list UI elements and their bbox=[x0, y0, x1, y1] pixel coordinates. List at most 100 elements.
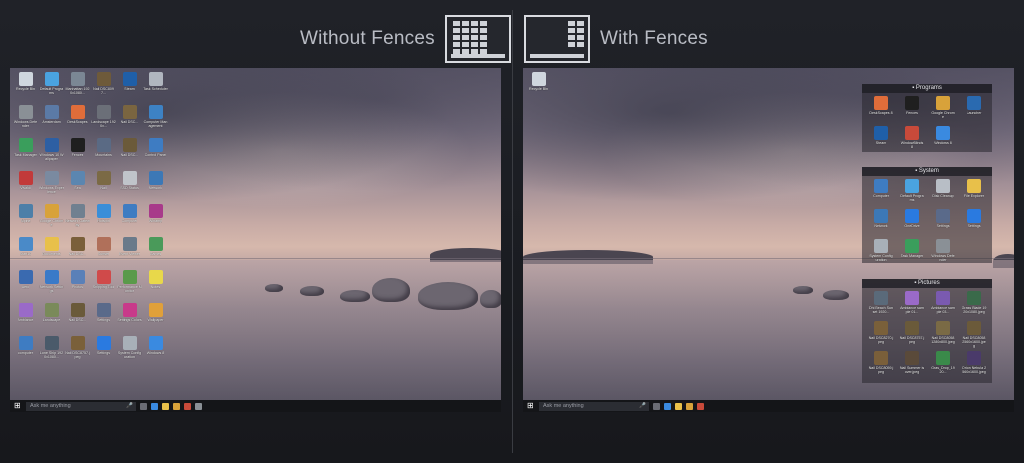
chrome-icon[interactable] bbox=[686, 402, 693, 410]
file-explorer-icon[interactable] bbox=[162, 402, 169, 410]
desktop-icon[interactable]: Performance Monitor bbox=[117, 269, 142, 301]
desktop-icon[interactable]: Ambiance sample 03... bbox=[928, 290, 958, 320]
windows-start-icon[interactable]: ⊞ bbox=[14, 402, 22, 410]
desktop-icon[interactable]: Google Chrome bbox=[39, 203, 64, 235]
desktop-icon[interactable]: Recycle Bin bbox=[13, 71, 38, 103]
fence-header[interactable]: ▪ Pictures bbox=[862, 279, 992, 288]
desktop-icon[interactable]: Disk Cleanup bbox=[928, 178, 958, 208]
desktop-icon[interactable]: Nail DSC8058 1280x800.jpeg bbox=[928, 320, 958, 350]
desktop-icon[interactable]: Notes bbox=[143, 269, 168, 301]
desktop-icon[interactable]: Landscape bbox=[39, 302, 64, 334]
desktop-icon[interactable]: Mountains bbox=[91, 137, 116, 169]
desktop-icon[interactable]: computer bbox=[13, 335, 38, 367]
desktop-icon[interactable]: Computer Management bbox=[143, 104, 168, 136]
desktop-icon[interactable]: Settings bbox=[91, 302, 116, 334]
desktop-icon[interactable]: Windows Defender bbox=[13, 104, 38, 136]
desktop-icon[interactable]: Settings bbox=[928, 208, 958, 238]
desktop-icon[interactable]: Sea bbox=[65, 170, 90, 202]
desktop-icon[interactable]: Lone Ship 1920x1080... bbox=[39, 335, 64, 367]
task-view-icon[interactable] bbox=[140, 402, 147, 410]
desktop-icon[interactable]: System Configuration bbox=[866, 238, 896, 268]
desktop-icon[interactable]: SSD Status bbox=[117, 170, 142, 202]
desktop-icon[interactable]: Sunset bbox=[91, 236, 116, 268]
desktop-icon[interactable]: OneDrive bbox=[897, 208, 927, 238]
desktop-icon[interactable]: Windows 8 bbox=[928, 125, 958, 155]
desktop-icon[interactable]: DeskScapes bbox=[65, 104, 90, 136]
desktop-icon[interactable]: Settings bbox=[959, 208, 989, 238]
desktop-icon[interactable]: DeskScapes 8 bbox=[866, 95, 896, 125]
desktop-icon[interactable]: System Configuration bbox=[117, 335, 142, 367]
desktop-icon[interactable]: Alpine bbox=[13, 203, 38, 235]
desktop-icon[interactable]: Nail DSC8757.jpeg bbox=[65, 335, 90, 367]
desktop-icon[interactable]: Orion Nebula 2560x1600.jpeg bbox=[959, 350, 989, 380]
microphone-icon[interactable]: 🎤 bbox=[639, 402, 646, 411]
desktop-icon[interactable]: Gras_Drop_1920... bbox=[928, 350, 958, 380]
firefox-icon[interactable] bbox=[184, 402, 191, 410]
desktop-icon[interactable]: Nail DSC... bbox=[117, 104, 142, 136]
settings-icon[interactable] bbox=[195, 402, 202, 410]
desktop-icon[interactable]: Fences bbox=[65, 137, 90, 169]
desktop-icon[interactable]: Start10 bbox=[13, 236, 38, 268]
edge-icon[interactable] bbox=[151, 402, 158, 410]
desktop-icon[interactable]: Games bbox=[143, 236, 168, 268]
desktop-icon[interactable]: Steam bbox=[117, 71, 142, 103]
desktop-icon[interactable]: Ambiance bbox=[13, 302, 38, 334]
chrome-icon[interactable] bbox=[173, 402, 180, 410]
desktop-icon[interactable]: Hotspot bbox=[91, 203, 116, 235]
desktop-icon[interactable]: Launcher bbox=[959, 95, 989, 125]
desktop-icon[interactable]: Nail DSC... bbox=[117, 137, 142, 169]
desktop-icon[interactable]: Settings Colors bbox=[117, 302, 142, 334]
desktop-icon[interactable]: Windows Experience bbox=[39, 170, 64, 202]
desktop-icon[interactable]: Dhi Beach Sunset 1920... bbox=[866, 290, 896, 320]
recycle-bin-icon[interactable]: Recycle Bin bbox=[526, 71, 551, 103]
desktop-icon[interactable]: Nail DSC8059.jpeg bbox=[866, 350, 896, 380]
desktop-icon[interactable]: WindowBlinds 8 bbox=[897, 125, 927, 155]
desktop-icon[interactable]: Nail DSC8058 2560x1600.jpeg bbox=[959, 320, 989, 350]
fence-system[interactable]: ▪ System Computer Default Programs Disk Cl… bbox=[862, 167, 992, 263]
desktop-icon[interactable]: Task Scheduler bbox=[143, 71, 168, 103]
desktop-icon[interactable]: Default Programs bbox=[897, 178, 927, 208]
desktop-icon[interactable]: Manhattan 1920x1080... bbox=[65, 71, 90, 103]
desktop-icon[interactable]: Amsterdam bbox=[39, 104, 64, 136]
desktop-icon[interactable]: Fences bbox=[897, 95, 927, 125]
firefox-icon[interactable] bbox=[697, 402, 704, 410]
desktop-icon[interactable]: Google Chrome bbox=[928, 95, 958, 125]
fence-header[interactable]: ▪ System bbox=[862, 167, 992, 176]
desktop-icon[interactable]: Nail bbox=[91, 170, 116, 202]
desktop-icon[interactable]: Ambiance sample 01... bbox=[897, 290, 927, 320]
desktop-icon[interactable]: Nail DSC... bbox=[65, 302, 90, 334]
desktop-icon[interactable]: Computer bbox=[117, 203, 142, 235]
desktop-icon[interactable]: Snipping Tool bbox=[91, 269, 116, 301]
desktop-icon[interactable]: Network bbox=[866, 208, 896, 238]
desktop-icon[interactable]: Network Gateway bbox=[65, 203, 90, 235]
desktop-icon[interactable]: Event Viewer bbox=[117, 236, 142, 268]
desktop-icon[interactable]: Documents bbox=[39, 236, 64, 268]
desktop-icon[interactable]: Computer bbox=[866, 178, 896, 208]
desktop-icon[interactable]: Nail DSC... bbox=[65, 236, 90, 268]
desktop-icon[interactable]: Network bbox=[143, 170, 168, 202]
desktop-icon[interactable]: Windows Defender bbox=[928, 238, 958, 268]
desktop-icon[interactable]: File Explorer bbox=[959, 178, 989, 208]
desktop-icon[interactable]: Task Manager bbox=[13, 137, 38, 169]
desktop-icon[interactable]: Nail DSC8270.jpeg bbox=[866, 320, 896, 350]
desktop-icon[interactable]: Landscape 1920x... bbox=[91, 104, 116, 136]
desktop-icon[interactable]: Winamp bbox=[143, 203, 168, 235]
desktop-icon[interactable]: Grass Blade 1920x1080.jpeg bbox=[959, 290, 989, 320]
desktop-icon[interactable]: Network Settings bbox=[39, 269, 64, 301]
fence-programs[interactable]: ▪ Programs DeskScapes 8 Fences Google Chro… bbox=[862, 84, 992, 152]
edge-icon[interactable] bbox=[664, 402, 671, 410]
desktop-icon[interactable]: Nail Summer is over.jpeg bbox=[897, 350, 927, 380]
fence-header[interactable]: ▪ Programs bbox=[862, 84, 992, 93]
desktop-icon[interactable]: Default Programs bbox=[39, 71, 64, 103]
desktop-icon[interactable]: Settings bbox=[91, 335, 116, 367]
desktop-icon[interactable]: Windows 8 bbox=[143, 335, 168, 367]
desktop-icon[interactable]: Photos bbox=[65, 269, 90, 301]
desktop-icon[interactable]: Steam bbox=[866, 125, 896, 155]
desktop-icon[interactable]: Task Manager bbox=[897, 238, 927, 268]
desktop-icon[interactable]: Wallpaper bbox=[143, 302, 168, 334]
desktop-icon[interactable]: Nail DSC8757.jpeg bbox=[897, 320, 927, 350]
cortana-search-box[interactable]: Ask me anything 🎤 bbox=[26, 401, 136, 411]
desktop-icon[interactable]: Windows 10 Wallpaper bbox=[39, 137, 64, 169]
fence-pictures[interactable]: ▪ Pictures Dhi Beach Sunset 1920... Ambia… bbox=[862, 279, 992, 383]
desktop-icon[interactable]: Aero bbox=[13, 269, 38, 301]
